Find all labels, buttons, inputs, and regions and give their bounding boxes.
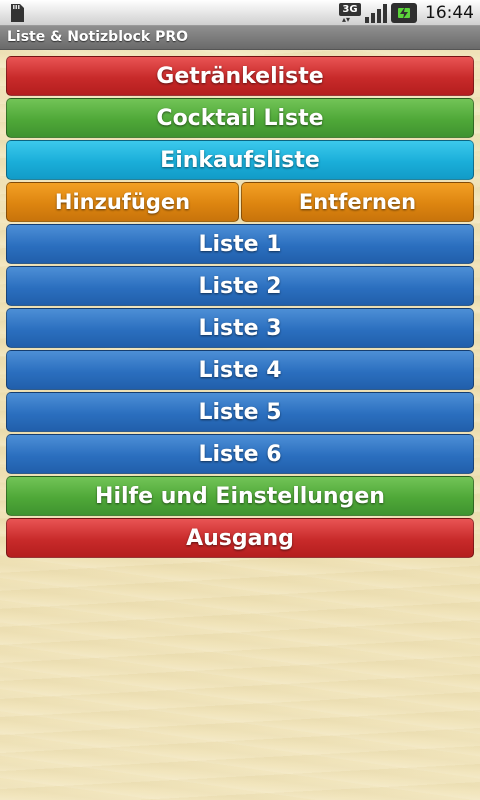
status-bar: 3G ▴▾ 16:44 — [0, 0, 480, 26]
battery-charging-icon — [391, 3, 417, 23]
cocktail-liste-button[interactable]: Cocktail Liste — [6, 98, 474, 138]
getraenkeliste-button[interactable]: Getränkeliste — [6, 56, 474, 96]
liste-6-button[interactable]: Liste 6 — [6, 434, 474, 474]
liste-4-button[interactable]: Liste 4 — [6, 350, 474, 390]
status-icons: 3G ▴▾ 16:44 — [339, 0, 474, 26]
entfernen-button[interactable]: Entfernen — [241, 182, 474, 222]
hinzufuegen-button[interactable]: Hinzufügen — [6, 182, 239, 222]
liste-2-button[interactable]: Liste 2 — [6, 266, 474, 306]
network-3g-icon: 3G ▴▾ — [339, 3, 361, 24]
signal-strength-icon — [365, 3, 387, 23]
app-title-bar: Liste & Notizblock PRO — [0, 26, 480, 50]
ausgang-button[interactable]: Ausgang — [6, 518, 474, 558]
hilfe-einstellungen-button[interactable]: Hilfe und Einstellungen — [6, 476, 474, 516]
liste-1-button[interactable]: Liste 1 — [6, 224, 474, 264]
einkaufsliste-button[interactable]: Einkaufsliste — [6, 140, 474, 180]
liste-5-button[interactable]: Liste 5 — [6, 392, 474, 432]
liste-3-button[interactable]: Liste 3 — [6, 308, 474, 348]
sd-card-icon — [11, 4, 24, 22]
app-title: Liste & Notizblock PRO — [7, 29, 189, 45]
clock: 16:44 — [425, 3, 474, 23]
